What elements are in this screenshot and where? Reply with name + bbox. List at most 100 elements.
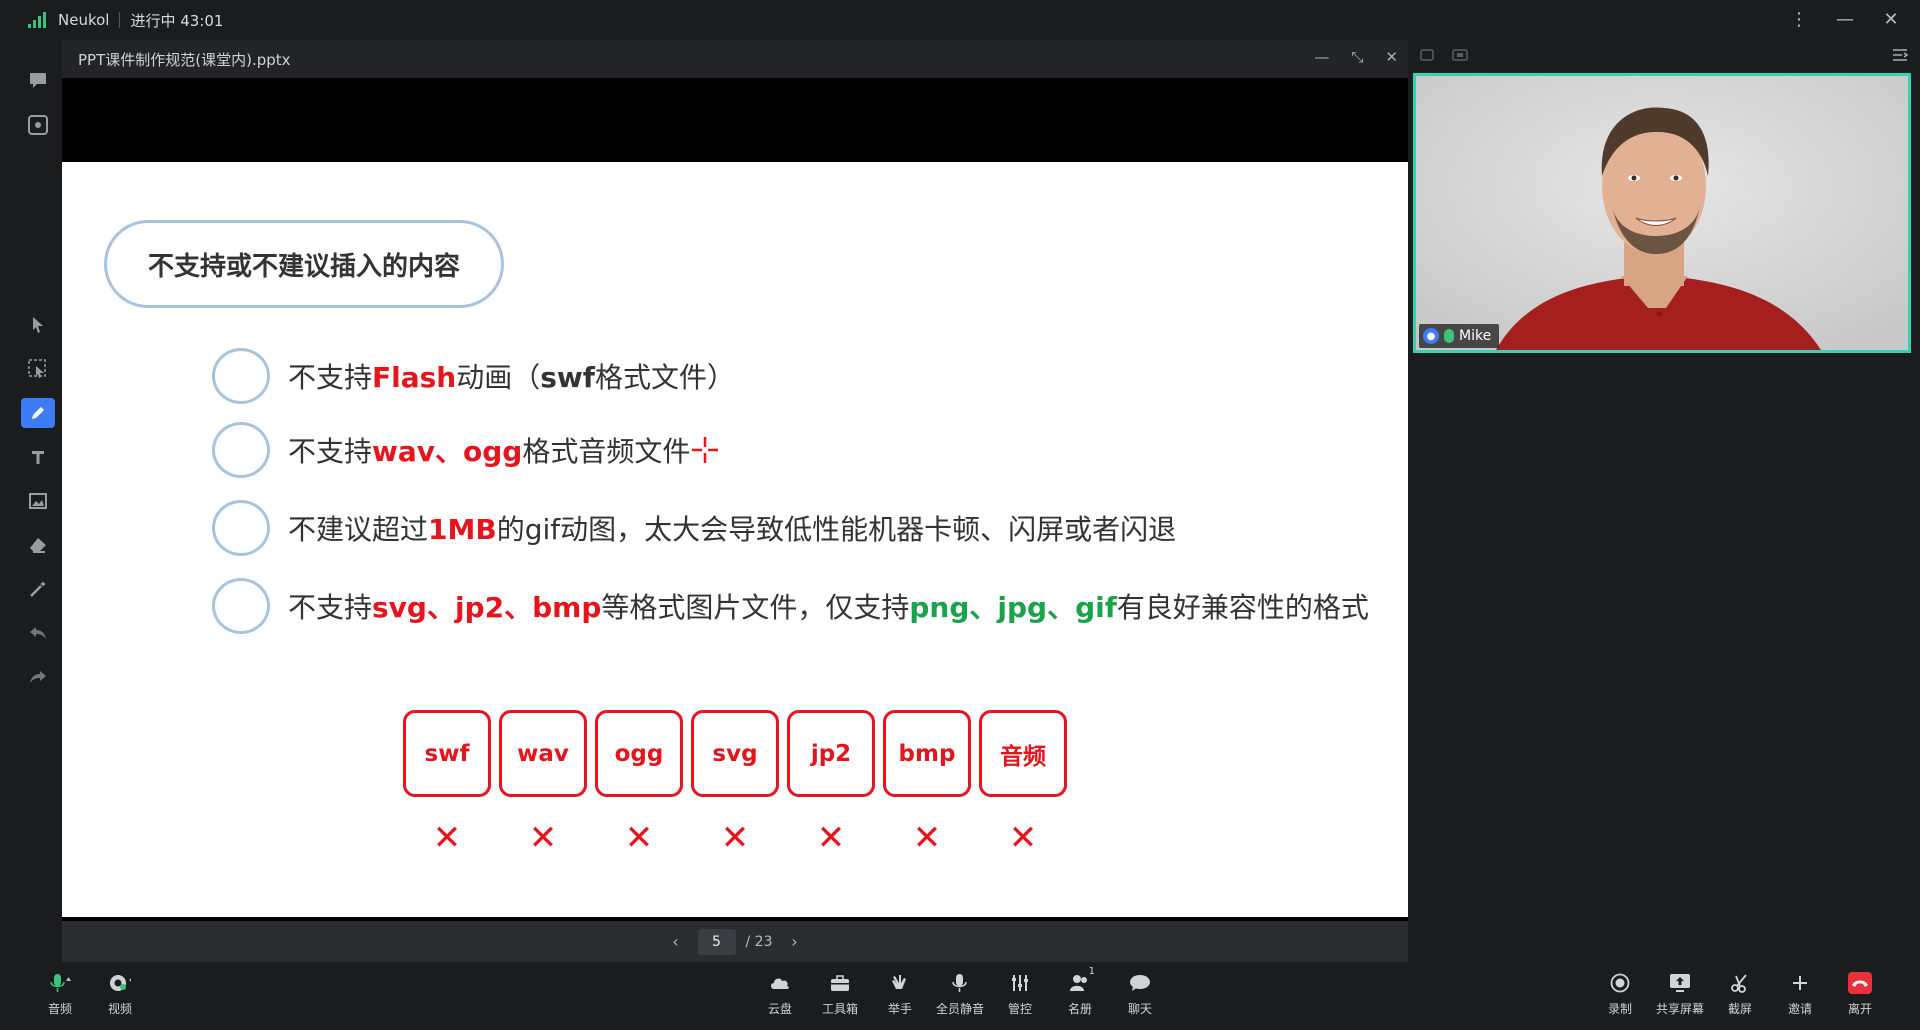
leave-button[interactable]: 离开 <box>1830 972 1890 1017</box>
share-screen-label: 共享屏幕 <box>1655 1002 1704 1016</box>
meeting-control-bar: 音频 视频 云盘 工具箱 举手 全员静音 管控 1 名册 聊天 录制 共享屏幕 … <box>0 962 1920 1030</box>
chat-button[interactable]: 聊天 <box>1110 972 1170 1017</box>
redo-icon[interactable] <box>21 662 55 692</box>
slide-heading: 不支持或不建议插入的内容 <box>147 251 460 282</box>
cross-icon: ✕ <box>912 818 942 858</box>
slide-canvas[interactable]: 不支持或不建议插入的内容 不支持Flash动画（swf格式文件） 不支持wav、… <box>62 162 1408 917</box>
toolbox-icon <box>829 972 851 994</box>
roster-icon: 1 <box>1069 966 1095 994</box>
controls-button[interactable]: 管控 <box>990 972 1050 1017</box>
fullscreen-icon[interactable]: ⤡ <box>1351 48 1363 66</box>
mute-all-icon <box>949 972 971 994</box>
magic-wand-icon[interactable] <box>21 574 55 604</box>
record-button[interactable]: 录制 <box>1590 972 1650 1017</box>
document-share-panel: PPT课件制作规范(课堂内).pptx — ⤡ ✕ 不支持或不建议插入的内容 不… <box>62 40 1408 962</box>
mute-all-button[interactable]: 全员静音 <box>930 972 990 1017</box>
invite-label: 邀请 <box>1787 1002 1812 1016</box>
undo-icon[interactable] <box>21 618 55 648</box>
screenshot-button[interactable]: 截屏 <box>1710 972 1770 1017</box>
text-icon[interactable] <box>21 442 55 472</box>
document-title-bar: PPT课件制作规范(课堂内).pptx <box>62 40 1408 78</box>
pointer-icon[interactable] <box>21 310 55 340</box>
record-icon <box>1609 972 1631 994</box>
record-label: 录制 <box>1607 1002 1632 1016</box>
divider <box>119 12 121 28</box>
mic-active-icon <box>1444 329 1454 343</box>
chat-bubble-icon <box>1129 972 1151 994</box>
share-screen-icon <box>1669 972 1691 994</box>
cross-icon: ✕ <box>432 818 462 858</box>
raise-hand-label: 举手 <box>887 1002 912 1016</box>
raise-hand-button[interactable]: 举手 <box>870 972 930 1017</box>
bullet-circle <box>212 348 270 404</box>
chat-icon[interactable] <box>21 65 55 95</box>
roster-label: 名册 <box>1067 1002 1092 1016</box>
title-bar: Neukol 进行中 43:01 ⋮ — ✕ <box>0 0 1920 40</box>
format-badges: swf wav ogg svg jp2 bmp 音频 <box>403 710 1067 797</box>
cross-icon: ✕ <box>720 818 750 858</box>
minimize-document-icon[interactable]: — <box>1314 48 1329 66</box>
prev-slide-button[interactable]: ‹ <box>664 932 688 951</box>
audio-label: 音频 <box>47 1002 72 1016</box>
mic-icon <box>49 972 71 994</box>
bullet-item: 不建议超过1MB的gif动图，太大会导致低性能机器卡顿、闪屏或者闪退 <box>212 500 1176 556</box>
format-badge: jp2 <box>787 710 875 797</box>
toolbox-label: 工具箱 <box>821 1002 858 1016</box>
video-label: 视频 <box>107 1002 132 1016</box>
bullet-text: 不建议超过1MB的gif动图，太大会导致低性能机器卡顿、闪屏或者闪退 <box>288 513 1177 546</box>
more-options-icon[interactable]: ⋮ <box>1790 8 1808 32</box>
cloud-drive-button[interactable]: 云盘 <box>750 972 810 1017</box>
pen-icon[interactable] <box>21 398 55 428</box>
bullet-text: 不支持Flash动画（swf格式文件） <box>288 361 735 394</box>
select-icon[interactable] <box>21 354 55 384</box>
scissors-icon <box>1729 972 1751 994</box>
plus-icon <box>1789 972 1811 994</box>
user-icon: ● <box>1423 328 1439 344</box>
bullet-circle <box>212 422 270 478</box>
toolbox-button[interactable]: 工具箱 <box>810 972 870 1017</box>
unsupported-marks: ✕ ✕ ✕ ✕ ✕ ✕ ✕ <box>403 820 1067 856</box>
close-button[interactable]: ✕ <box>1882 8 1900 32</box>
speaker-view-icon[interactable] <box>1452 49 1468 61</box>
next-slide-button[interactable]: › <box>782 932 806 951</box>
audio-button[interactable]: 音频 <box>30 972 90 1017</box>
chat-label: 聊天 <box>1127 1002 1152 1016</box>
participant-video-tile[interactable]: ● Mike <box>1413 73 1911 353</box>
leave-label: 离开 <box>1847 1002 1872 1016</box>
close-document-icon[interactable]: ✕ <box>1385 48 1398 66</box>
video-panel: ● Mike <box>1408 40 1920 962</box>
hang-up-icon <box>1848 972 1872 994</box>
video-panel-header <box>1408 40 1920 73</box>
screenshot-icon[interactable] <box>21 110 55 140</box>
share-screen-button[interactable]: 共享屏幕 <box>1650 972 1710 1017</box>
bullet-circle <box>212 578 270 634</box>
roster-button[interactable]: 1 名册 <box>1050 966 1110 1017</box>
total-pages: / 23 <box>745 933 773 950</box>
invite-button[interactable]: 邀请 <box>1770 972 1830 1017</box>
bullet-item: 不支持svg、jp2、bmp等格式图片文件，仅支持png、jpg、gif有良好兼… <box>212 578 1369 634</box>
collapse-panel-icon[interactable] <box>1892 48 1908 62</box>
format-badge: bmp <box>883 710 971 797</box>
bullet-text: 不支持wav、ogg格式音频文件 <box>288 435 691 468</box>
bullet-text: 不支持svg、jp2、bmp等格式图片文件，仅支持png、jpg、gif有良好兼… <box>288 591 1369 624</box>
eraser-icon[interactable] <box>21 530 55 560</box>
minimize-button[interactable]: — <box>1836 8 1854 32</box>
video-button[interactable]: 视频 <box>90 972 150 1017</box>
gallery-view-icon[interactable] <box>1420 49 1434 61</box>
bullet-item: 不支持Flash动画（swf格式文件） <box>212 348 735 404</box>
format-badge: ogg <box>595 710 683 797</box>
mute-all-label: 全员静音 <box>935 1002 984 1016</box>
current-page-input[interactable]: 5 <box>697 928 736 955</box>
bullet-item: 不支持wav、ogg格式音频文件 <box>212 422 720 478</box>
slide-pager: ‹ 5 / 23 › <box>62 921 1408 962</box>
cross-icon: ✕ <box>1008 818 1038 858</box>
format-badge: svg <box>691 710 779 797</box>
format-badge: swf <box>403 710 491 797</box>
image-icon[interactable] <box>21 486 55 516</box>
screenshot-label: 截屏 <box>1727 1002 1752 1016</box>
participant-video <box>1416 76 1908 350</box>
cloud-drive-label: 云盘 <box>767 1002 792 1016</box>
signal-strength-icon <box>28 12 48 28</box>
slide-heading-box: 不支持或不建议插入的内容 <box>104 220 504 308</box>
annotation-toolbar <box>0 40 62 965</box>
